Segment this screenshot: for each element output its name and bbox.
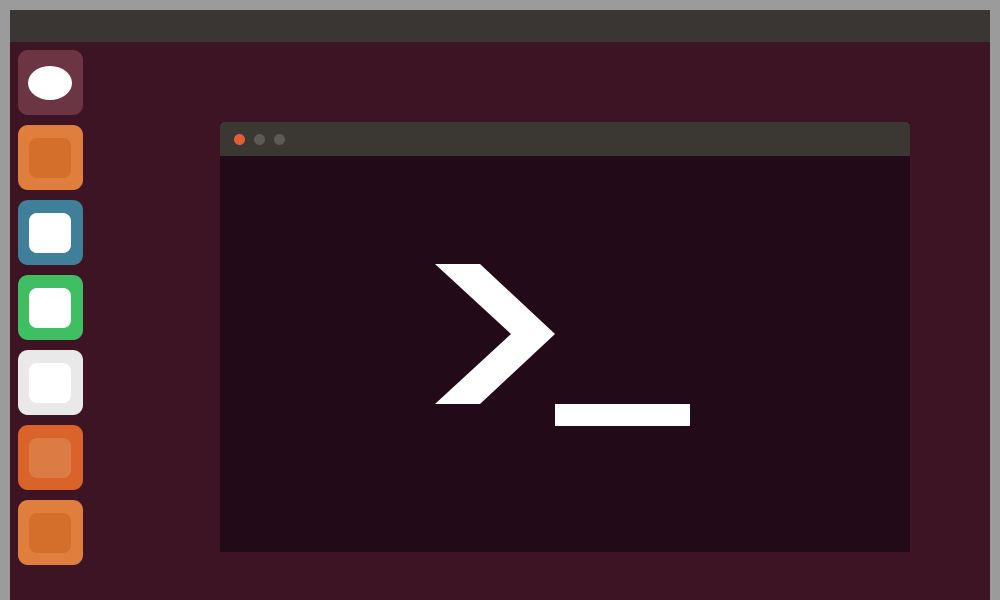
app-orange3-icon <box>29 513 71 553</box>
launcher-dock <box>10 42 90 600</box>
app-orange-icon <box>29 138 71 178</box>
terminal-window[interactable] <box>220 122 910 552</box>
window-maximize-button[interactable] <box>274 134 285 145</box>
desktop-area[interactable] <box>90 42 990 600</box>
app-blue-icon <box>29 213 71 253</box>
terminal-prompt-graphic <box>435 264 695 444</box>
app-orange2-icon <box>29 438 71 478</box>
launcher-item-app-white[interactable] <box>18 350 83 415</box>
prompt-cursor-icon <box>555 404 690 426</box>
app-white-icon <box>29 363 71 403</box>
terminal-titlebar[interactable] <box>220 122 910 156</box>
desktop-screen <box>10 10 990 600</box>
launcher-item-app-green[interactable] <box>18 275 83 340</box>
terminal-body[interactable] <box>220 156 910 552</box>
app-green-icon <box>29 288 71 328</box>
top-menu-bar[interactable] <box>10 10 990 42</box>
dash-home-icon <box>28 66 72 100</box>
launcher-item-app-blue[interactable] <box>18 200 83 265</box>
launcher-item-app-orange[interactable] <box>18 125 83 190</box>
window-minimize-button[interactable] <box>254 134 265 145</box>
launcher-item-app-orange2[interactable] <box>18 425 83 490</box>
launcher-item-app-orange3[interactable] <box>18 500 83 565</box>
prompt-chevron-icon <box>435 264 565 404</box>
monitor-frame <box>0 0 1000 600</box>
window-close-button[interactable] <box>234 134 245 145</box>
launcher-item-dash-home[interactable] <box>18 50 83 115</box>
